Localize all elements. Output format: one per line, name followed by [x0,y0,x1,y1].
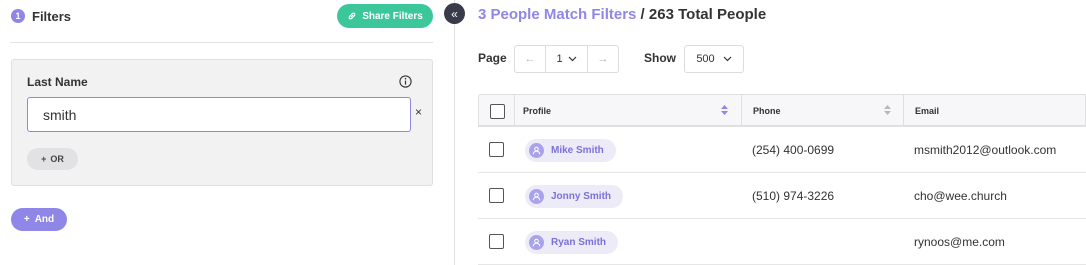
plus-icon: + [41,154,47,164]
match-count: 3 People Match Filters [478,6,637,23]
clear-filter-icon[interactable]: × [415,105,422,119]
current-page: 1 [556,53,563,65]
step-badge: 1 [11,9,25,23]
profile-link[interactable]: Mike Smith [525,139,616,162]
person-icon [529,189,544,204]
column-header-email[interactable]: Email [915,95,939,126]
results-title: 3 People Match Filters / 263 Total Peopl… [478,6,766,23]
share-filters-label: Share Filters [362,10,423,22]
header-divider [10,42,433,43]
double-chevron-left-icon: « [451,6,458,21]
profile-link[interactable]: Jonny Smith [525,185,624,208]
add-or-button[interactable]: + OR [27,148,78,170]
plus-icon: + [23,214,30,225]
collapse-panel-button[interactable]: « [444,3,465,24]
sort-icon[interactable] [883,104,892,116]
table-row: Mike Smith (254) 400-0699 msmith2012@outlo… [478,127,1086,173]
phone-cell: (254) 400-0699 [752,143,835,157]
column-divider [514,95,515,126]
and-label: And [34,214,55,225]
or-label: OR [50,154,64,164]
row-checkbox[interactable] [489,142,504,157]
filters-header: 1 Filters [11,6,71,26]
person-icon [529,143,544,158]
profile-name: Jonny Smith [551,191,612,202]
row-checkbox[interactable] [489,234,504,249]
profile-name: Ryan Smith [551,237,607,248]
profile-link[interactable]: Ryan Smith [525,231,619,254]
email-cell: rynoos@me.com [914,235,1005,249]
sort-icon[interactable] [720,104,729,116]
people-table: Profile Phone Email Mike Smith (254) 400-… [478,94,1086,265]
next-page-button[interactable]: → [588,46,618,72]
link-icon [348,12,356,20]
page-size-select[interactable]: 500 [684,45,744,73]
profile-name: Mike Smith [551,145,604,156]
column-divider [741,95,742,126]
page-select[interactable]: 1 [546,46,588,72]
page-size-value: 500 [696,53,715,65]
table-row: Jonny Smith (510) 974-3226 cho@wee.church [478,173,1086,219]
page-label: Page [478,51,507,65]
column-divider [903,95,904,126]
prev-page-button[interactable]: ← [515,46,546,72]
email-cell: cho@wee.church [914,189,1007,203]
select-all-checkbox[interactable] [490,104,505,119]
show-label: Show [644,51,676,65]
table-header: Profile Phone Email [478,94,1086,127]
share-filters-button[interactable]: Share Filters [337,4,433,28]
email-cell: msmith2012@outlook.com [914,143,1057,157]
total-count: 263 Total People [648,6,767,23]
panel-divider [454,0,455,265]
chevron-down-icon [568,56,576,62]
info-icon[interactable] [399,75,412,88]
arrow-left-icon: ← [524,53,536,65]
last-name-input[interactable] [27,97,411,132]
column-header-profile[interactable]: Profile [523,95,551,126]
phone-cell: (510) 974-3226 [752,189,835,203]
table-row: Ryan Smith rynoos@me.com [478,219,1086,265]
chevron-down-icon [723,56,732,62]
title-separator: / [636,6,649,23]
column-header-phone[interactable]: Phone [753,95,781,126]
filters-title: Filters [32,8,72,24]
row-checkbox[interactable] [489,188,504,203]
add-and-button[interactable]: + And [11,208,67,231]
pagination: ← 1 → [514,45,619,73]
last-name-filter-card: Last Name × + OR [11,59,433,186]
filters-panel: 1 Filters Share Filters Last Name × + OR… [0,0,444,265]
filter-label: Last Name [27,75,88,89]
arrow-right-icon: → [597,53,609,65]
person-icon [529,235,544,250]
